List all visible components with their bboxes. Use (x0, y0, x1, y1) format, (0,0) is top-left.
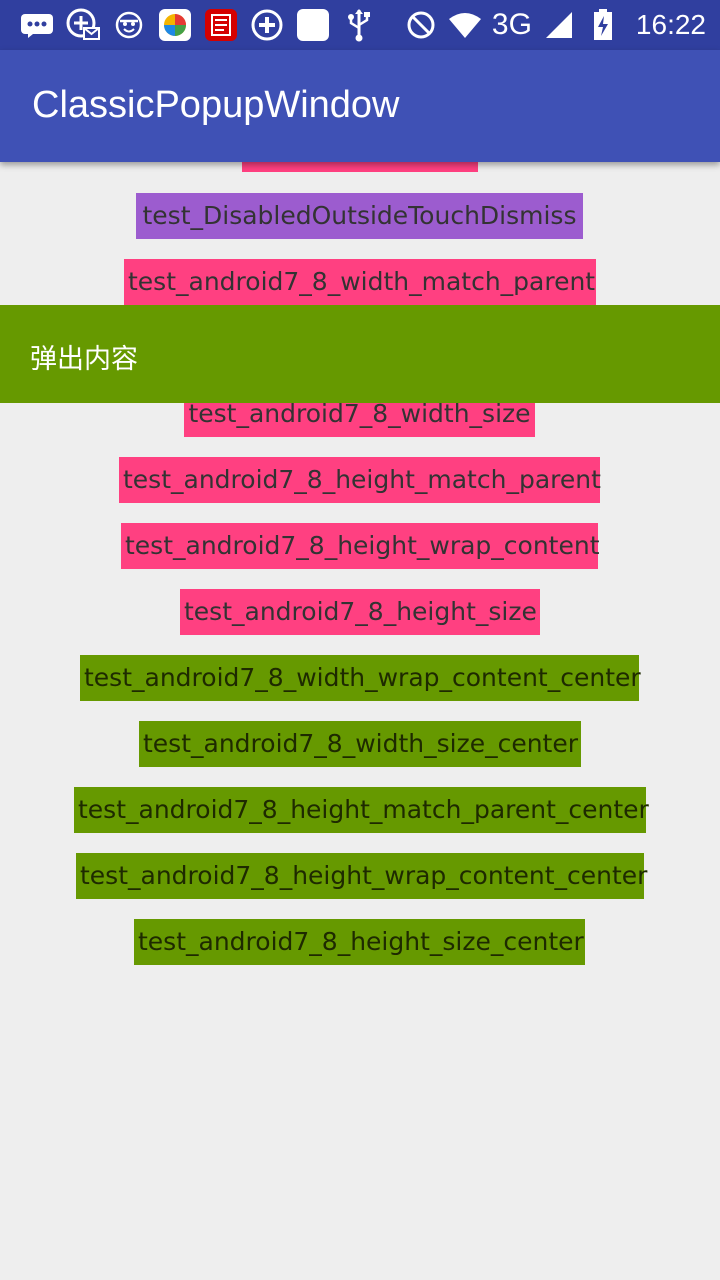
test-width-match-parent-button[interactable]: test_android7_8_width_match_parent (124, 259, 596, 305)
app-title: ClassicPopupWindow (32, 84, 400, 126)
test-height-match-parent-center-button[interactable]: test_android7_8_height_match_parent_cent… (74, 787, 649, 833)
test-height-wrap-content-center-button[interactable]: test_android7_8_height_wrap_content_cent… (76, 853, 647, 899)
test-height-size-center-button[interactable]: test_android7_8_height_size_center (134, 919, 585, 965)
test-height-wrap-content-button[interactable]: test_android7_8_height_wrap_content (121, 523, 600, 569)
test-height-size-button[interactable]: test_android7_8_height_size (180, 589, 540, 635)
network-type: 3G (491, 8, 532, 41)
wifi-icon (448, 8, 482, 42)
popup-content-text: 弹出内容 (30, 344, 138, 375)
message-icon (20, 8, 54, 42)
app-store-icon (158, 8, 192, 42)
test-width-wrap-content-center-button[interactable]: test_android7_8_width_wrap_content_cente… (80, 655, 641, 701)
test-disabled-outside-touch-dismiss-button[interactable]: test_DisabledOutsideTouchDismiss (136, 193, 583, 239)
add-circle-icon (250, 8, 284, 42)
test-width-size-center-button[interactable]: test_android7_8_width_size_center (139, 721, 581, 767)
signal-icon (542, 8, 576, 42)
notification-icons (20, 8, 376, 42)
test-height-match-parent-button[interactable]: test_android7_8_height_match_parent (119, 457, 601, 503)
blank-square-icon (296, 8, 330, 42)
system-indicators: 3G 16:22 (404, 8, 706, 42)
news-app-icon (204, 8, 238, 42)
usb-icon (342, 8, 376, 42)
vpn-mail-icon (66, 8, 100, 42)
app-bar: ClassicPopupWindow (0, 50, 720, 162)
battery-charging-icon (586, 8, 620, 42)
do-not-disturb-icon (404, 8, 438, 42)
status-bar: 3G 16:22 (0, 0, 720, 50)
face-icon (112, 8, 146, 42)
popup-window[interactable]: 弹出内容 (0, 305, 720, 403)
clock: 16:22 (635, 9, 706, 40)
